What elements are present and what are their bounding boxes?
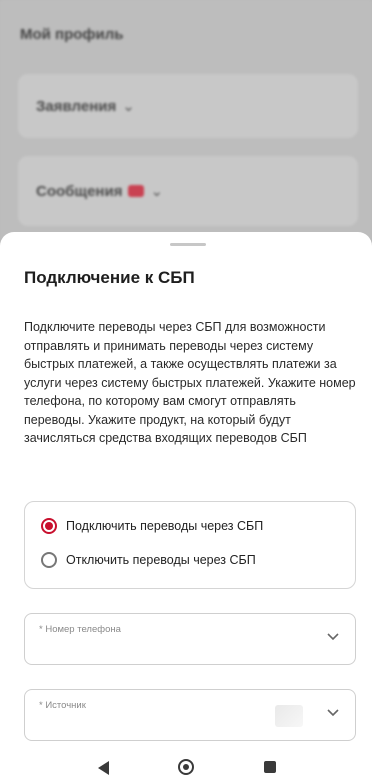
source-product-thumbnail xyxy=(275,705,303,727)
chevron-down-icon xyxy=(327,633,339,641)
home-icon[interactable] xyxy=(178,759,194,775)
option-connect-label: Подключить переводы через СБП xyxy=(66,519,264,533)
messages-label: Сообщения xyxy=(36,182,123,200)
applications-label: Заявления xyxy=(36,97,117,115)
phone-number-select[interactable]: * Номер телефона xyxy=(24,613,356,665)
chevron-down-icon: ⌄ xyxy=(150,183,164,200)
source-select[interactable]: * Источник xyxy=(24,689,356,741)
radio-unchecked-icon[interactable] xyxy=(41,552,57,568)
option-disconnect-label: Отключить переводы через СБП xyxy=(66,553,256,567)
recents-icon[interactable] xyxy=(264,761,276,773)
option-disconnect-sbp[interactable]: Отключить переводы через СБП xyxy=(41,552,256,568)
radio-checked-icon[interactable] xyxy=(41,518,57,534)
phone-number-label: * Номер телефона xyxy=(39,624,121,635)
source-label: * Источник xyxy=(39,700,86,711)
sheet-title: Подключение к СБП xyxy=(24,268,195,287)
background-profile-screen: Мой профиль Заявления ⌄ Сообщения ⌄ xyxy=(0,0,372,240)
sheet-description: Подключите переводы через СБП для возмож… xyxy=(24,320,356,445)
sbp-options-group: Подключить переводы через СБП Отключить … xyxy=(24,501,356,589)
back-icon[interactable] xyxy=(98,761,109,775)
profile-title: Мой профиль xyxy=(20,26,124,43)
sheet-drag-handle[interactable] xyxy=(170,243,206,246)
messages-card: Сообщения ⌄ xyxy=(18,156,358,226)
sbp-bottom-sheet: Подключение к СБП Подключите переводы че… xyxy=(0,232,372,783)
system-navigation-bar xyxy=(0,753,372,783)
chevron-down-icon xyxy=(327,709,339,717)
unread-badge xyxy=(128,185,145,197)
applications-card: Заявления ⌄ xyxy=(18,74,358,138)
option-connect-sbp[interactable]: Подключить переводы через СБП xyxy=(41,518,263,534)
chevron-down-icon: ⌄ xyxy=(122,98,135,115)
